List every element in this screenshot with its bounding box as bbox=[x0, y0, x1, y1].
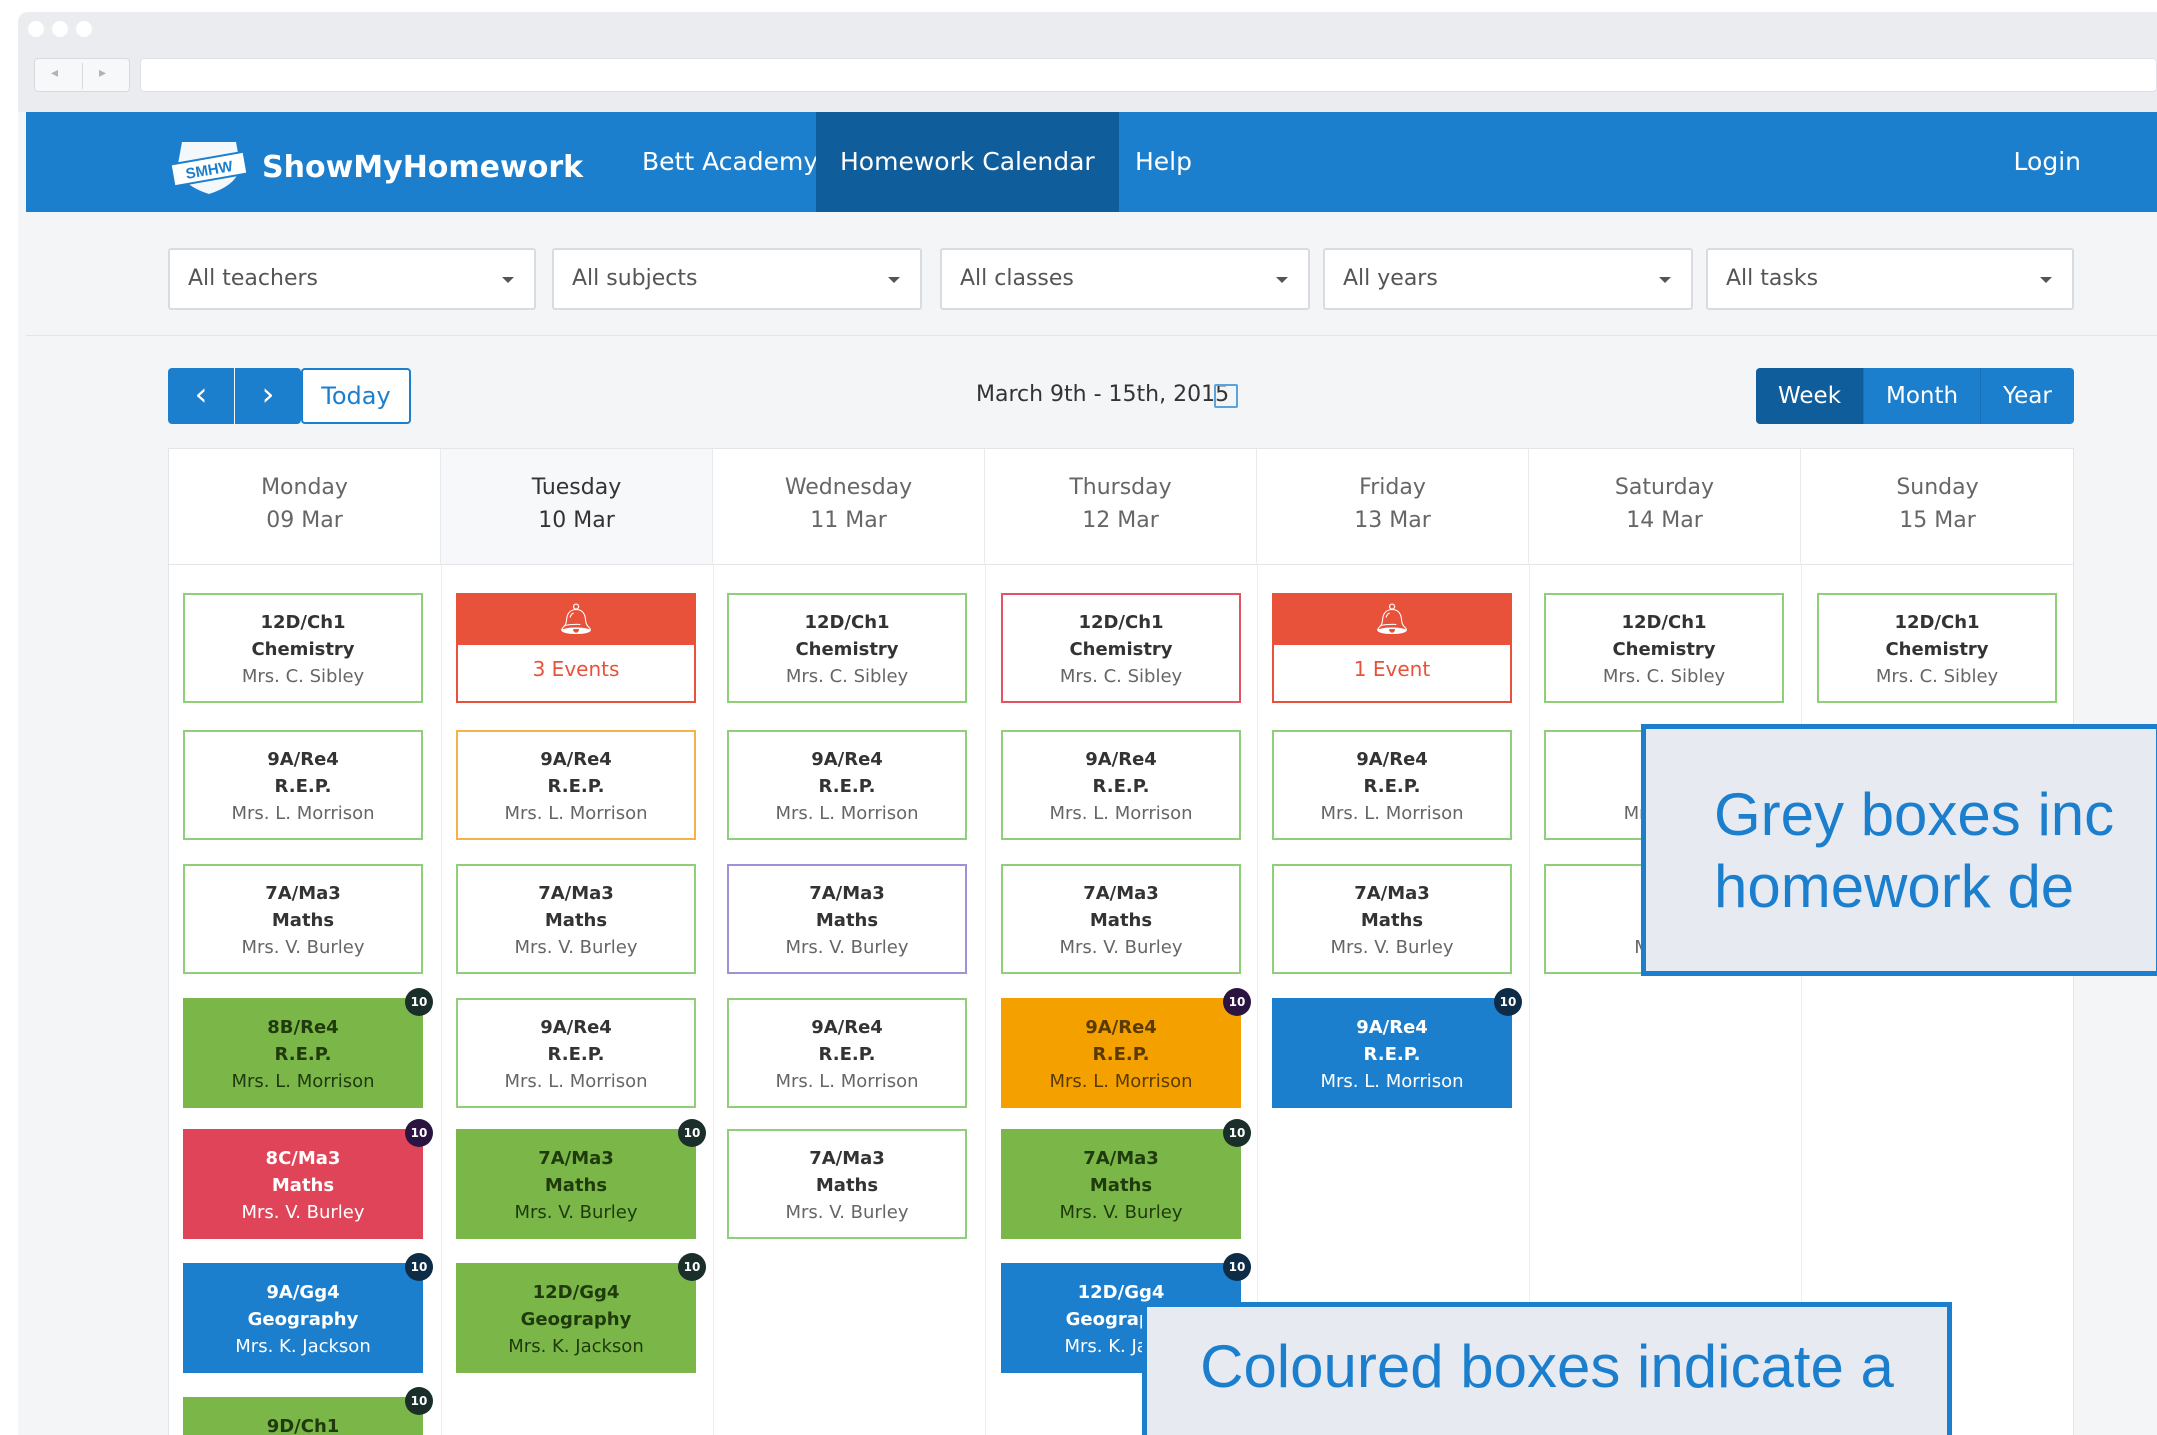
events-card[interactable]: 🔔︎ 3 Events bbox=[456, 593, 696, 703]
count-badge: 10 bbox=[405, 1119, 433, 1147]
window-dot-minimize[interactable] bbox=[52, 21, 68, 37]
coloured-boxes-callout: Coloured boxes indicate a bbox=[1142, 1302, 1952, 1435]
homework-card-due[interactable]: 7A/Ma3 Maths Mrs. V. Burley 10 bbox=[456, 1119, 706, 1239]
view-week-button[interactable]: Week bbox=[1756, 368, 1865, 424]
homework-card[interactable]: 12D/Ch1 Chemistry Mrs. C. Sibley bbox=[183, 593, 423, 703]
day-header: Saturday 14 Mar bbox=[1529, 449, 1801, 565]
homework-card[interactable]: 9A/Re4 R.E.P. Mrs. L. Morrison bbox=[183, 730, 423, 840]
nav-homework-calendar[interactable]: Homework Calendar bbox=[816, 112, 1119, 212]
window-dot-close[interactable] bbox=[28, 21, 44, 37]
count-badge: 10 bbox=[1223, 988, 1251, 1016]
homework-card-due[interactable]: 9A/Re4 R.E.P. Mrs. L. Morrison 10 bbox=[1001, 988, 1251, 1108]
prev-week-button[interactable]: ‹ bbox=[168, 368, 234, 424]
date-range-label: March 9th - 15th, 2015 bbox=[976, 382, 1230, 407]
homework-card[interactable]: 9A/Re4 R.E.P. Mrs. L. Morrison bbox=[456, 998, 696, 1108]
subjects-select[interactable]: All subjects bbox=[552, 248, 922, 310]
homework-card[interactable]: 9A/Re4 R.E.P. Mrs. L. Morrison bbox=[1001, 730, 1241, 840]
chevron-down-icon bbox=[2040, 277, 2052, 283]
chevron-down-icon bbox=[1276, 277, 1288, 283]
day-header-today: Tuesday 10 Mar bbox=[441, 449, 713, 565]
homework-card-due[interactable]: 9A/Gg4 Geography Mrs. K. Jackson 10 bbox=[183, 1253, 433, 1373]
count-badge: 10 bbox=[678, 1119, 706, 1147]
day-header: Sunday 15 Mar bbox=[1801, 449, 2074, 565]
view-year-button[interactable]: Year bbox=[1981, 368, 2074, 424]
day-header: Friday 13 Mar bbox=[1257, 449, 1529, 565]
events-card[interactable]: 🔔︎ 1 Event bbox=[1272, 593, 1512, 703]
address-bar[interactable] bbox=[140, 58, 2157, 92]
homework-card[interactable]: 7A/Ma3 Maths Mrs. V. Burley bbox=[727, 1129, 967, 1239]
homework-card[interactable]: 12D/Ch1 Chemistry Mrs. C. Sibley bbox=[727, 593, 967, 703]
count-badge: 10 bbox=[678, 1253, 706, 1281]
homework-card[interactable]: 7A/Ma3 Maths Mrs. V. Burley bbox=[183, 864, 423, 974]
browser-chrome: ◂ ▸ bbox=[18, 12, 2157, 112]
homework-card-due[interactable]: 8B/Re4 R.E.P. Mrs. L. Morrison 10 bbox=[183, 988, 433, 1108]
login-link[interactable]: Login bbox=[2014, 112, 2081, 212]
tasks-select[interactable]: All tasks bbox=[1706, 248, 2074, 310]
count-badge: 10 bbox=[1223, 1119, 1251, 1147]
homework-card-due[interactable]: 8C/Ma3 Maths Mrs. V. Burley 10 bbox=[183, 1119, 433, 1239]
bell-icon: 🔔︎ bbox=[1274, 595, 1510, 645]
nav-bett-academy[interactable]: Bett Academy bbox=[618, 112, 842, 212]
view-switcher: Week Month Year bbox=[1756, 368, 2074, 424]
smhw-logo-icon[interactable]: SMHW bbox=[168, 134, 250, 202]
day-header: Wednesday 11 Mar bbox=[713, 449, 985, 565]
today-button[interactable]: Today bbox=[301, 368, 411, 424]
homework-card[interactable]: 9A/Re4 R.E.P. Mrs. L. Morrison bbox=[1272, 730, 1512, 840]
calendar-icon[interactable] bbox=[1214, 384, 1238, 408]
homework-card[interactable]: 7A/Ma3 Maths Mrs. V. Burley bbox=[1001, 864, 1241, 974]
count-badge: 10 bbox=[405, 1253, 433, 1281]
browser-window: ◂ ▸ SMHW ShowMyHomework Bett Academy Hom… bbox=[18, 12, 2157, 1435]
chevron-down-icon bbox=[888, 277, 900, 283]
count-badge: 10 bbox=[1494, 988, 1522, 1016]
day-header: Monday 09 Mar bbox=[169, 449, 441, 565]
count-badge: 10 bbox=[405, 988, 433, 1016]
window-dot-maximize[interactable] bbox=[76, 21, 92, 37]
years-select[interactable]: All years bbox=[1323, 248, 1693, 310]
homework-card[interactable]: 7A/Ma3 Maths Mrs. V. Burley bbox=[1272, 864, 1512, 974]
homework-card-due[interactable]: 7A/Ma3 Maths Mrs. V. Burley 10 bbox=[1001, 1119, 1251, 1239]
browser-back-icon[interactable]: ◂ bbox=[51, 65, 58, 81]
next-week-button[interactable]: › bbox=[235, 368, 301, 424]
homework-card[interactable]: 12D/Ch1 Chemistry Mrs. C. Sibley bbox=[1817, 593, 2057, 703]
homework-card[interactable]: 9A/Re4 R.E.P. Mrs. L. Morrison bbox=[727, 730, 967, 840]
homework-card-due[interactable]: 9A/Re4 R.E.P. Mrs. L. Morrison 10 bbox=[1272, 988, 1522, 1108]
view-month-button[interactable]: Month bbox=[1864, 368, 1982, 424]
nav-help[interactable]: Help bbox=[1111, 112, 1216, 212]
browser-nav-buttons: ◂ ▸ bbox=[34, 58, 130, 92]
homework-card[interactable]: 9A/Re4 R.E.P. Mrs. L. Morrison bbox=[456, 730, 696, 840]
grey-boxes-callout: Grey boxes inc homework de bbox=[1641, 724, 2157, 976]
homework-card-due[interactable]: 9D/Ch1 10 bbox=[183, 1387, 433, 1435]
browser-forward-icon[interactable]: ▸ bbox=[99, 65, 106, 81]
homework-card[interactable]: 12D/Ch1 Chemistry Mrs. C. Sibley bbox=[1001, 593, 1241, 703]
chevron-down-icon bbox=[1659, 277, 1671, 283]
homework-card[interactable]: 9A/Re4 R.E.P. Mrs. L. Morrison bbox=[727, 998, 967, 1108]
bell-icon: 🔔︎ bbox=[458, 595, 694, 645]
classes-select[interactable]: All classes bbox=[940, 248, 1310, 310]
brand-name[interactable]: ShowMyHomework bbox=[262, 150, 583, 185]
homework-card-due[interactable]: 12D/Gg4 Geography Mrs. K. Jackson 10 bbox=[456, 1253, 706, 1373]
top-navbar: SMHW ShowMyHomework Bett Academy Homewor… bbox=[26, 112, 2157, 212]
homework-card[interactable]: 7A/Ma3 Maths Mrs. V. Burley bbox=[727, 864, 967, 974]
count-badge: 10 bbox=[1223, 1253, 1251, 1281]
count-badge: 10 bbox=[405, 1387, 433, 1415]
homework-card[interactable]: 12D/Ch1 Chemistry Mrs. C. Sibley bbox=[1544, 593, 1784, 703]
homework-card[interactable]: 7A/Ma3 Maths Mrs. V. Burley bbox=[456, 864, 696, 974]
teachers-select[interactable]: All teachers bbox=[168, 248, 536, 310]
filter-bar: All teachers All subjects All classes Al… bbox=[26, 212, 2157, 336]
chevron-down-icon bbox=[502, 277, 514, 283]
day-header: Thursday 12 Mar bbox=[985, 449, 1257, 565]
